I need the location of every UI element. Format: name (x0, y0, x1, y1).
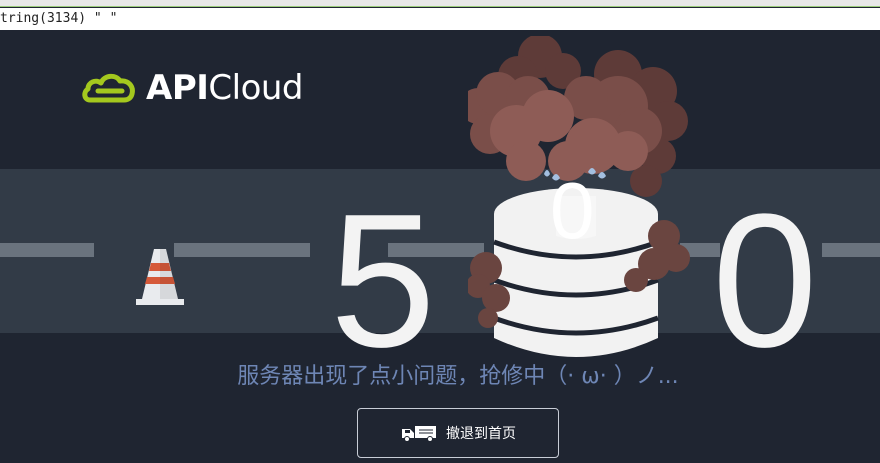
truck-icon (402, 426, 436, 442)
error-digit-0: 0 (712, 175, 818, 387)
logo-text-api: API (146, 68, 209, 108)
road-dash (822, 243, 880, 257)
error-digit-5: 5 (330, 175, 436, 387)
error-message: 服务器出现了点小问题，抢修中（· ω· ）ノ... (237, 364, 679, 389)
error-digit-0-small: 0 (550, 166, 595, 255)
debug-output-text: tring(3134) " " (0, 8, 880, 30)
back-to-home-label: 撤退到首页 (446, 426, 516, 442)
traffic-cone-icon (136, 249, 184, 305)
logo-text-cloud: Cloud (208, 68, 304, 108)
error-page: APICloud 5 0 0 服务器出现了点小问题，抢修中（· ω· ）ノ...… (0, 6, 880, 463)
cloud-logo-icon (82, 73, 135, 103)
back-to-home-button[interactable]: 撤退到首页 (357, 408, 559, 458)
logo-text: APICloud (146, 68, 304, 108)
road-dash (0, 243, 94, 257)
road-dash (174, 243, 310, 257)
apicloud-logo[interactable]: APICloud (82, 68, 304, 108)
